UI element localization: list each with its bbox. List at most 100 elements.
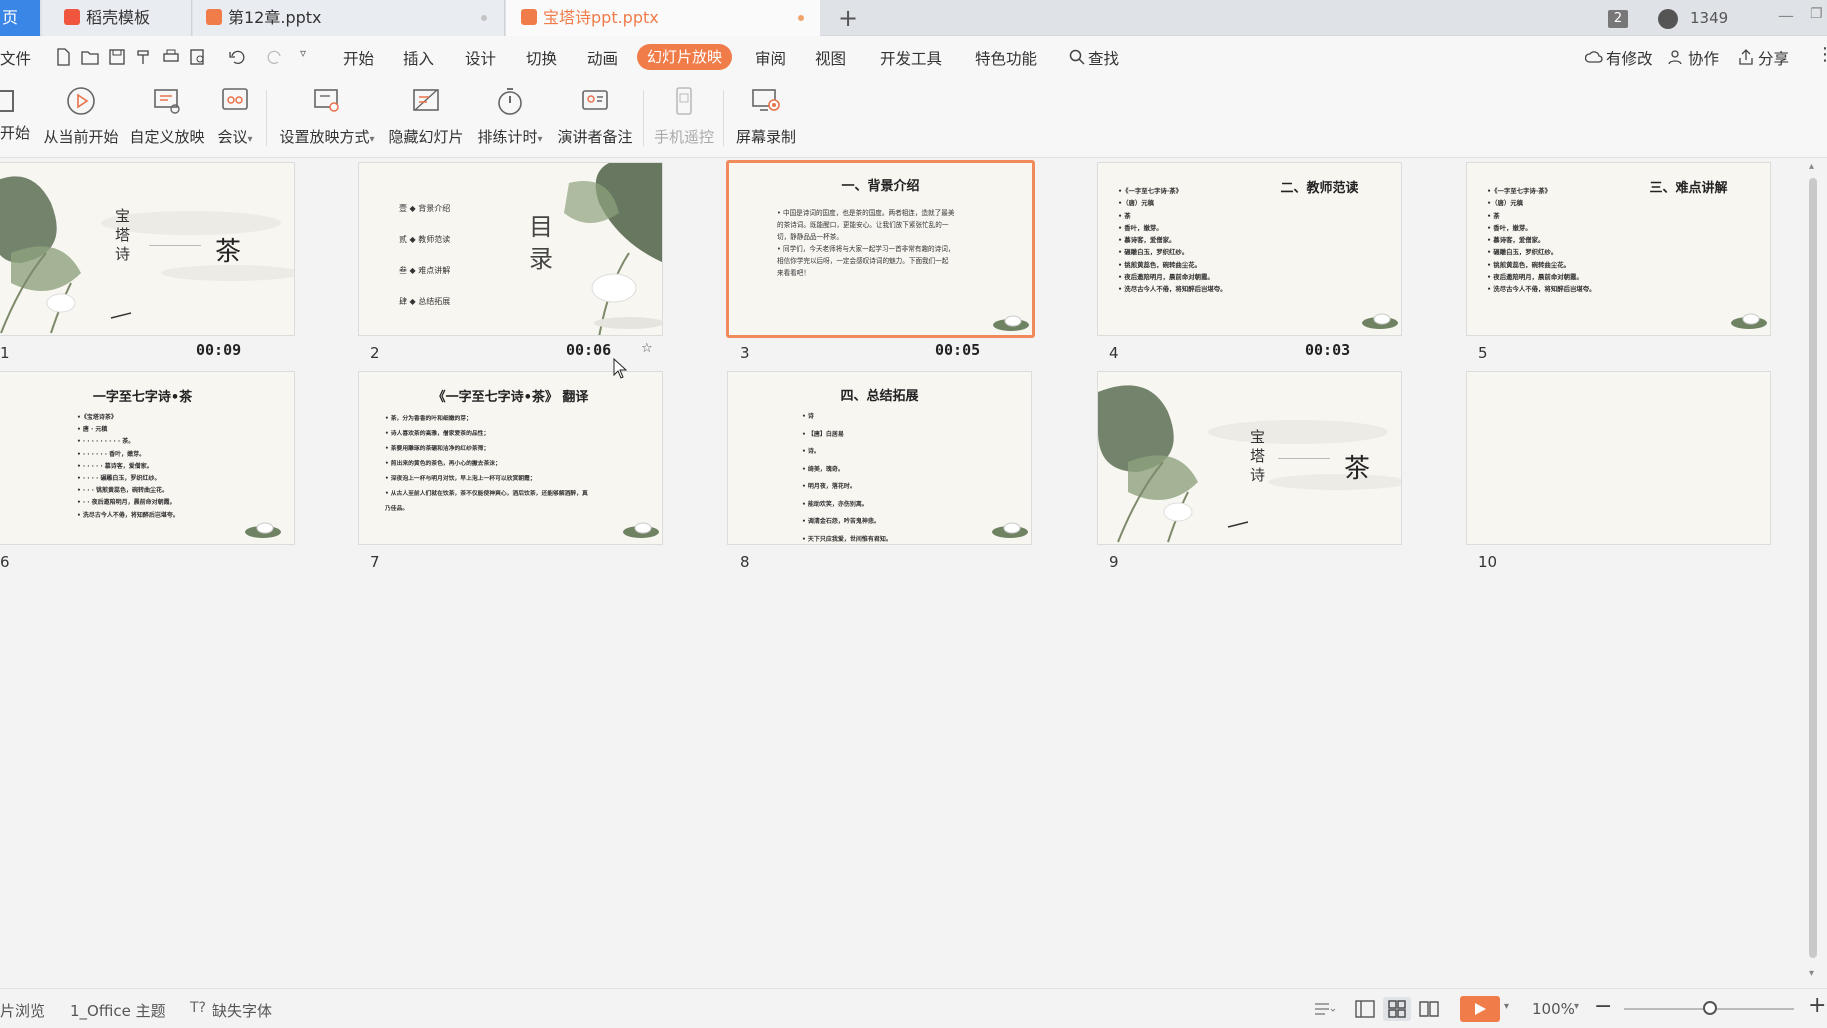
slide-title: 《一字至七字诗•茶》 翻译 [432, 390, 589, 405]
slide-line: • 深夜泡上一杯与明月对饮，早上泡上一杯可以欣赏朝霞； [385, 476, 536, 482]
menu-animation[interactable]: 动画 [587, 47, 618, 69]
scrollbar-thumb[interactable] [1809, 178, 1817, 958]
ribbon-show-settings[interactable]: 设置放映方式▾ [275, 84, 379, 152]
slide-thumb-3[interactable]: 一、背景介绍 • 中国是诗词的国度，也是茶的国度。两者相连，造就了最美 的茶诗词… [726, 160, 1035, 338]
print-icon[interactable] [162, 48, 180, 66]
zoom-slider-thumb[interactable] [1703, 1001, 1717, 1015]
ribbon-label: 隐藏幻灯片 [388, 128, 464, 146]
zoom-dropdown-icon[interactable]: ▾ [1574, 1001, 1579, 1012]
zoom-in-icon[interactable]: + [1808, 993, 1826, 1018]
redo-icon[interactable] [266, 48, 284, 66]
tab-chapter12[interactable]: 第12章.pptx [193, 0, 505, 36]
collab-button[interactable]: 协作 [1688, 47, 1719, 69]
status-theme[interactable]: 1_Office 主题 [70, 1000, 166, 1021]
menu-slideshow[interactable]: 幻灯片放映 [637, 44, 733, 70]
minimize-icon[interactable]: — [1778, 6, 1794, 25]
slide-thumb-2[interactable]: 壹 ◆ 背景介绍 贰 ◆ 教师范读 叁 ◆ 难点讲解 肆 ◆ 总结拓展 目 录 [358, 162, 663, 336]
slide-line: • 慕诗客，爱僧家。 [1487, 236, 1545, 245]
more-vertical-icon[interactable]: ⋮ [1816, 44, 1827, 65]
menu-review[interactable]: 审阅 [755, 47, 786, 69]
tab-home[interactable]: 页 [0, 0, 40, 36]
slide-thumb-8[interactable]: 四、总结拓展 • 诗 • 【唐】白居易 • 诗。 • 绮美，瑰奇。 • 明月夜，… [727, 371, 1032, 545]
ribbon-from-start[interactable]: 开始 [0, 84, 32, 152]
menu-home[interactable]: 开始 [343, 47, 374, 69]
search-icon[interactable] [1069, 49, 1085, 65]
scroll-down-icon[interactable]: ▾ [1809, 968, 1814, 979]
slide-number: 8 [740, 553, 750, 571]
tab-docer-templates[interactable]: 稻壳模板 [42, 0, 192, 36]
slide-number: 3 [740, 344, 750, 362]
new-tab-plus-icon[interactable]: + [838, 4, 858, 32]
menu-view[interactable]: 视图 [815, 47, 846, 69]
pptx-icon [521, 9, 537, 25]
tab-baotashi[interactable]: 宝塔诗ppt.pptx [506, 0, 820, 36]
dropdown-arrow-icon: ▾ [247, 134, 253, 145]
ribbon-screen-record[interactable]: 屏幕录制 [731, 84, 801, 152]
ribbon-rehearse-timing[interactable]: 排练计时▾ [472, 84, 548, 152]
slide-thumb-7[interactable]: 《一字至七字诗•茶》 翻译 • 茶，分为香香的叶和细嫩的芽； • 诗人喜欢茶的高… [358, 371, 663, 545]
vertical-scrollbar[interactable]: ▴ ▾ [1800, 158, 1827, 988]
new-file-icon[interactable] [54, 48, 72, 66]
slide-line: • 调清金石怨，吟苦鬼神悲。 [802, 518, 880, 525]
undo-icon[interactable] [228, 48, 246, 66]
slide-number: 6 [0, 553, 10, 571]
slide-thumb-4[interactable]: 二、教师范读 •《一字至七字诗·茶》 •（唐）元稹 • 茶 • 香叶，嫩芽。 •… [1097, 162, 1402, 336]
tab-bar: 页 稻壳模板 第12章.pptx 宝塔诗ppt.pptx + 2 1349 — … [0, 0, 1827, 36]
ribbon-label: 会议▾ [213, 126, 257, 147]
open-folder-icon[interactable] [81, 48, 99, 66]
slide-line: • 能助欢笑，亦伤别离。 [802, 500, 868, 508]
menu-file[interactable]: 文件 [0, 47, 31, 69]
menu-special[interactable]: 特色功能 [975, 47, 1037, 69]
slide-thumb-1[interactable]: 宝 塔 诗 茶 [0, 162, 295, 336]
menu-transition[interactable]: 切换 [526, 47, 557, 69]
ribbon-meeting[interactable]: 会议▾ [213, 84, 257, 152]
ribbon-from-current[interactable]: 从当前开始 [40, 84, 122, 152]
tab-label: 稻壳模板 [86, 8, 151, 27]
modified-status[interactable]: 有修改 [1606, 47, 1653, 69]
ribbon-presenter-notes[interactable]: 演讲者备注 [555, 84, 635, 152]
menu-insert[interactable]: 插入 [403, 47, 434, 69]
slide-timing: 00:05 [935, 341, 981, 359]
reading-view-icon[interactable] [1419, 1000, 1439, 1018]
lotus-leaf-icon [992, 522, 1028, 538]
user-id: 1349 [1690, 9, 1729, 27]
menu-developer[interactable]: 开发工具 [880, 47, 942, 69]
cloud-sync-icon [1585, 51, 1603, 63]
avatar[interactable] [1658, 9, 1678, 29]
window-count-badge[interactable]: 2 [1608, 10, 1628, 28]
zoom-out-icon[interactable]: − [1594, 994, 1612, 1019]
unsaved-dot-icon [798, 15, 804, 21]
play-slideshow-button[interactable] [1460, 996, 1500, 1022]
status-view-mode[interactable]: 片浏览 [0, 1000, 45, 1021]
slide-thumb-9[interactable]: 宝 塔 诗 茶 [1097, 371, 1402, 545]
save-icon[interactable] [108, 48, 126, 66]
ribbon-hide-slide[interactable]: 隐藏幻灯片 [386, 84, 466, 152]
menu-search[interactable]: 查找 [1088, 47, 1119, 69]
customize-chevron-icon[interactable]: ▿ [300, 46, 306, 60]
slide-line: • 洗尽古今人不倦，将知醉后岂堪夸。 [77, 511, 179, 519]
zoom-level[interactable]: 100% [1532, 1000, 1575, 1018]
play-dropdown-icon[interactable]: ▾ [1504, 1001, 1509, 1012]
scroll-up-icon[interactable]: ▴ [1809, 161, 1814, 172]
slide-body: • 诗 • 【唐】白居易 • 诗。 • 绮美，瑰奇。 • 明月夜，落花时。 • … [802, 408, 892, 544]
play-circle-icon [67, 87, 95, 115]
ribbon-custom-show[interactable]: 自定义放映 [127, 84, 207, 152]
slide-thumb-10[interactable] [1466, 371, 1771, 545]
screen-record-icon [752, 89, 780, 111]
slide-title-vertical: 宝 塔 诗 [115, 207, 131, 263]
share-button[interactable]: 分享 [1758, 47, 1789, 69]
format-painter-icon[interactable] [135, 48, 153, 66]
slide-thumb-6[interactable]: 一字至七字诗•茶 •《宝塔诗茶》 • 唐 · 元稹 • · · · · · · … [0, 371, 295, 545]
slide-sorter-view-active[interactable] [1383, 997, 1411, 1021]
status-missing-font[interactable]: 缺失字体 [212, 1000, 272, 1021]
normal-view-icon[interactable] [1355, 1000, 1375, 1018]
slide-line: • 碾雕白玉，罗织红纱。 [1118, 248, 1189, 257]
menu-design[interactable]: 设计 [465, 47, 496, 69]
slide-thumb-5[interactable]: 三、难点讲解 •《一字至七字诗·茶》 •（唐）元稹 • 茶 • 香叶，嫩芽。 •… [1466, 162, 1771, 336]
notes-toggle-icon[interactable] [1314, 1001, 1336, 1017]
print-preview-icon[interactable] [189, 48, 207, 66]
grid-view-icon [1388, 1000, 1406, 1018]
slide-timing: 00:06 [566, 341, 612, 359]
slide-line: • · · · · · 慕诗客，爱僧家。 [77, 462, 153, 470]
restore-icon[interactable]: ❐ [1810, 6, 1823, 22]
